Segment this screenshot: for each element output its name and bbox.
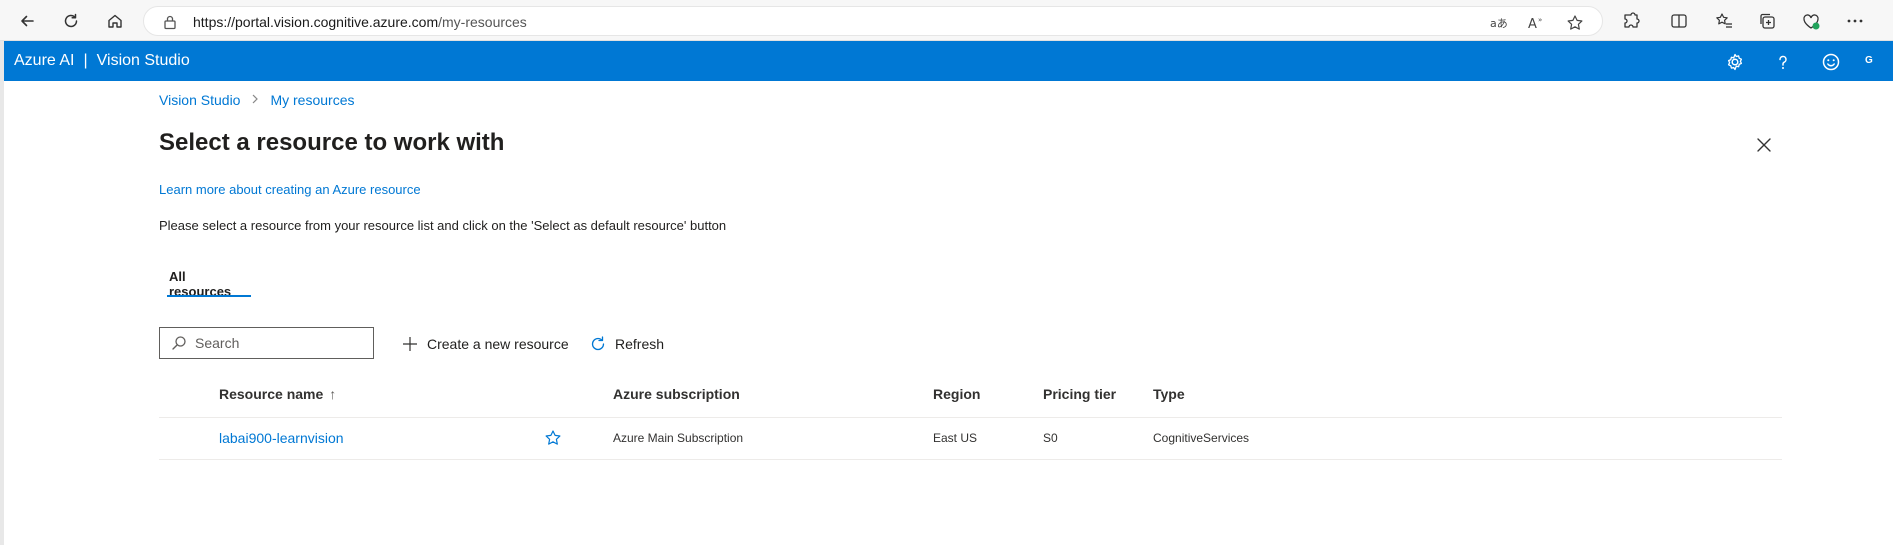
refresh-label: Refresh: [615, 336, 665, 352]
app-name-label: Vision Studio: [96, 52, 190, 69]
column-header-type[interactable]: Type: [1153, 386, 1185, 402]
table-header: Resource name ↑ Azure subscription Region…: [159, 378, 1782, 418]
instructions-text: Please select a resource from your resou…: [159, 218, 727, 233]
column-header-subscription[interactable]: Azure subscription: [613, 386, 740, 402]
search-icon: [171, 335, 187, 356]
plus-icon: [401, 335, 419, 353]
column-header-label: Resource name: [219, 386, 324, 402]
home-icon[interactable]: [102, 8, 128, 34]
breadcrumb-vision-studio[interactable]: Vision Studio: [159, 92, 240, 108]
create-resource-label: Create a new resource: [427, 336, 569, 352]
close-icon[interactable]: [1754, 135, 1774, 155]
app-title[interactable]: Azure AI | Vision Studio: [14, 52, 190, 70]
search-input[interactable]: [195, 334, 365, 352]
search-box[interactable]: [159, 327, 374, 359]
breadcrumb: Vision Studio My resources: [159, 92, 355, 108]
cell-type: CognitiveServices: [1153, 431, 1250, 445]
feedback-icon[interactable]: [1820, 51, 1842, 73]
favorites-list-icon[interactable]: [1713, 10, 1735, 32]
app-header: Azure AI | Vision Studio G: [4, 41, 1893, 81]
svg-text:A: A: [1528, 17, 1537, 31]
browser-toolbar: https://portal.vision.cognitive.azure.co…: [0, 0, 1893, 41]
favorite-icon[interactable]: [1566, 14, 1584, 32]
page-title: Select a resource to work with: [159, 129, 505, 156]
collections-icon[interactable]: [1756, 10, 1778, 32]
create-resource-button[interactable]: Create a new resource: [401, 333, 569, 355]
split-screen-icon[interactable]: [1668, 10, 1690, 32]
cell-region: East US: [933, 431, 978, 445]
settings-icon[interactable]: [1724, 51, 1746, 73]
address-bar[interactable]: https://portal.vision.cognitive.azure.co…: [143, 6, 1603, 36]
tab-selected-indicator: [167, 295, 251, 297]
cell-subscription: Azure Main Subscription: [613, 431, 744, 445]
svg-text:»: »: [1538, 16, 1542, 24]
column-header-resource-name[interactable]: Resource name ↑: [219, 386, 336, 402]
refresh-button[interactable]: Refresh: [589, 333, 664, 355]
column-header-region[interactable]: Region: [933, 386, 980, 402]
brand-label: Azure AI: [14, 52, 75, 69]
refresh-small-icon: [589, 335, 607, 353]
extensions-icon[interactable]: [1620, 10, 1642, 32]
back-icon[interactable]: [14, 8, 40, 34]
table-row[interactable]: labai900-learnvision Azure Main Subscrip…: [159, 418, 1782, 460]
cell-pricing-tier: S0: [1043, 431, 1058, 445]
title-separator: |: [83, 52, 88, 69]
learn-more-link[interactable]: Learn more about creating an Azure resou…: [159, 182, 421, 197]
help-icon[interactable]: [1772, 51, 1794, 73]
svg-text:aあ: aあ: [1490, 17, 1508, 30]
url-text[interactable]: https://portal.vision.cognitive.azure.co…: [193, 14, 527, 30]
avatar[interactable]: G: [1865, 55, 1873, 66]
resources-table: Resource name ↑ Azure subscription Region…: [159, 378, 1782, 460]
breadcrumb-my-resources[interactable]: My resources: [270, 92, 354, 108]
star-icon[interactable]: [544, 429, 562, 452]
lock-icon[interactable]: [163, 14, 177, 35]
resource-name-link[interactable]: labai900-learnvision: [219, 430, 344, 446]
sort-ascending-icon: ↑: [329, 386, 337, 402]
tab-all-resources[interactable]: All resources: [159, 264, 251, 299]
more-icon[interactable]: [1844, 10, 1866, 32]
chevron-right-icon: [251, 93, 259, 107]
reload-icon[interactable]: [58, 8, 84, 34]
read-aloud-icon[interactable]: A»: [1528, 14, 1546, 32]
translate-icon[interactable]: aあ: [1490, 14, 1508, 32]
window-left-edge: [0, 41, 4, 545]
browser-essentials-icon[interactable]: [1800, 10, 1822, 32]
column-header-pricing-tier[interactable]: Pricing tier: [1043, 386, 1116, 402]
